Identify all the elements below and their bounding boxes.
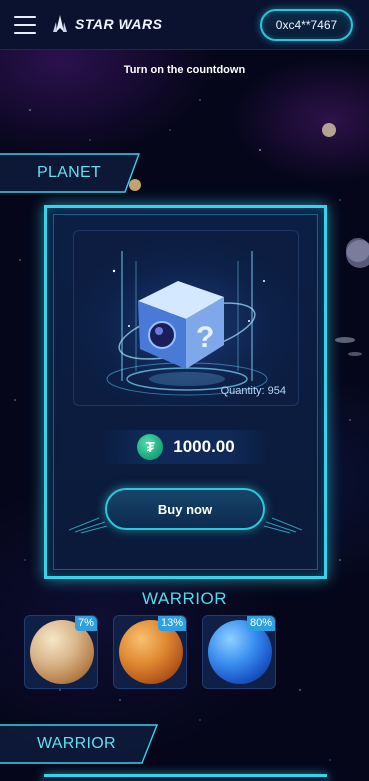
app-name: STAR WARS xyxy=(75,16,163,32)
right-wing-decoration xyxy=(263,517,302,534)
menu-icon[interactable] xyxy=(14,16,36,34)
warrior-tag-label: WARRIOR xyxy=(37,735,116,752)
tether-icon: ₮ xyxy=(137,434,164,460)
buy-now-button[interactable]: Buy now xyxy=(105,488,265,530)
warrior-planet-list: 7% 13% 80% xyxy=(24,615,276,689)
probability-badge: 80% xyxy=(246,616,275,631)
left-wing-decoration xyxy=(69,517,108,534)
probability-badge: 13% xyxy=(157,616,186,631)
planet-tile[interactable]: 13% xyxy=(113,615,187,689)
quantity-text: Quantity: 954 xyxy=(220,385,286,397)
price-bar: ₮ 1000.00 xyxy=(101,430,271,464)
star-wars-logo-icon xyxy=(53,15,67,32)
top-bar: STAR WARS 0xc4**7467 xyxy=(0,0,369,50)
planet-tile[interactable]: 7% xyxy=(24,615,98,689)
mystery-box-card: ? Quantity: 954 ₮ 1000.00 Buy now xyxy=(44,205,327,579)
app-logo: STAR WARS xyxy=(50,14,162,34)
probability-badge: 7% xyxy=(75,616,97,631)
countdown-text: Turn on the countdown xyxy=(123,64,246,76)
wallet-address-button[interactable]: 0xc4**7467 xyxy=(260,9,353,41)
mystery-box-showcase: ? Quantity: 954 xyxy=(73,230,299,406)
warrior-section-tag: WARRIOR xyxy=(0,724,158,764)
planet-tile[interactable]: 80% xyxy=(202,615,276,689)
svg-text:?: ? xyxy=(196,321,214,354)
warrior-title: WARRIOR xyxy=(141,589,228,608)
mystery-cube-image: ? xyxy=(106,251,268,396)
next-card-edge xyxy=(44,774,327,781)
planet-tag-label: PLANET xyxy=(37,164,102,181)
price-value: 1000.00 xyxy=(173,437,235,456)
planet-section-tag: PLANET xyxy=(0,153,140,193)
